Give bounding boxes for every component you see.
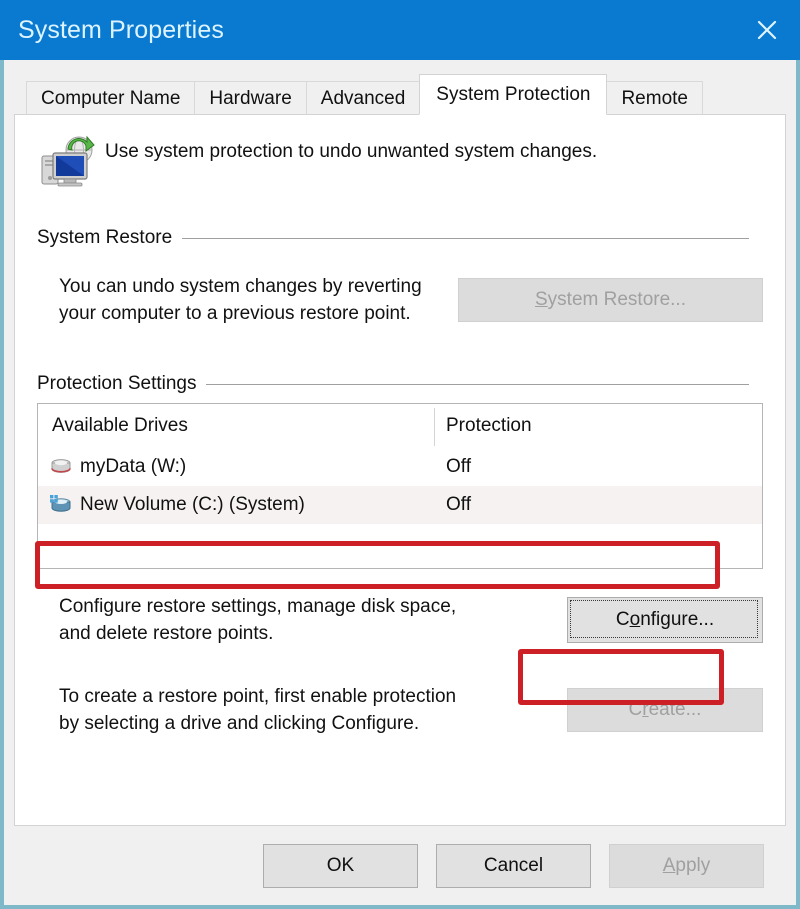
- screenshot-root: System Properties Computer Name Hardware…: [0, 0, 800, 909]
- accel-char: S: [534, 289, 548, 310]
- create-description-line2: by selecting a drive and clicking Config…: [59, 713, 420, 734]
- list-header: Available Drives Protection: [38, 404, 762, 448]
- cancel-button[interactable]: Cancel: [436, 843, 591, 888]
- protection-settings-group-title: Protection Settings: [37, 373, 197, 394]
- table-row-selected[interactable]: New Volume (C:) (System) Off: [38, 486, 762, 524]
- table-row[interactable]: myData (W:) Off: [38, 448, 762, 486]
- ok-button[interactable]: OK: [263, 843, 418, 888]
- drive-name: myData (W:): [80, 456, 187, 477]
- drive-name: New Volume (C:) (System): [80, 494, 305, 515]
- tab-hardware[interactable]: Hardware: [194, 81, 307, 114]
- column-header-protection[interactable]: Protection: [434, 415, 532, 437]
- create-description: To create a restore point, first enable …: [59, 683, 456, 737]
- apply-button[interactable]: Apply: [609, 843, 764, 888]
- page-header: Use system protection to undo unwanted s…: [37, 115, 763, 191]
- configure-description-line2: and delete restore points.: [59, 623, 274, 644]
- system-restore-button[interactable]: System Restore...: [458, 278, 763, 322]
- dialog-footer: OK Cancel Apply: [14, 826, 786, 905]
- system-restore-group-header: System Restore: [37, 225, 763, 251]
- system-restore-group-title: System Restore: [37, 227, 173, 248]
- available-drives-list[interactable]: Available Drives Protection myData (W:) …: [37, 403, 763, 569]
- create-row: To create a restore point, first enable …: [37, 683, 763, 737]
- configure-description: Configure restore settings, manage disk …: [59, 593, 456, 647]
- protection-settings-group: Protection Settings Available Drives Pro…: [37, 371, 763, 737]
- create-label-suffix: eate...: [648, 699, 702, 720]
- window-titlebar: System Properties: [0, 0, 800, 60]
- column-header-available-drives[interactable]: Available Drives: [38, 415, 434, 437]
- create-button[interactable]: Create...: [567, 688, 763, 732]
- configure-row: Configure restore settings, manage disk …: [37, 593, 763, 647]
- tab-system-protection[interactable]: System Protection: [419, 74, 608, 115]
- drive-cell: myData (W:): [38, 456, 434, 478]
- apply-button-label: Apply: [662, 854, 711, 876]
- protection-status: Off: [446, 494, 471, 515]
- system-properties-window: System Properties Computer Name Hardware…: [0, 0, 800, 909]
- system-restore-description-line2: your computer to a previous restore poin…: [59, 303, 411, 324]
- configure-button-label: Configure...: [616, 609, 714, 631]
- configure-button[interactable]: Configure...: [567, 597, 763, 643]
- create-label-prefix: C: [628, 699, 643, 720]
- window-client-area: Computer Name Hardware Advanced System P…: [4, 60, 796, 905]
- protection-settings-group-header: Protection Settings: [37, 371, 763, 397]
- system-protection-icon: [37, 129, 99, 191]
- column-divider: [434, 408, 435, 446]
- page-description: Use system protection to undo unwanted s…: [105, 141, 598, 162]
- tab-strip: Computer Name Hardware Advanced System P…: [14, 74, 786, 115]
- system-restore-button-rest: ystem Restore...: [547, 289, 686, 310]
- system-drive-icon: [48, 494, 74, 516]
- window-title: System Properties: [18, 15, 224, 44]
- configure-label-suffix: nfigure...: [640, 609, 715, 630]
- system-restore-group: System Restore You can undo system chang…: [37, 225, 763, 327]
- system-restore-description-line1: You can undo system changes by reverting: [59, 276, 422, 297]
- tab-computer-name[interactable]: Computer Name: [26, 81, 196, 114]
- tab-page-system-protection: Use system protection to undo unwanted s…: [14, 114, 786, 826]
- tab-advanced[interactable]: Advanced: [305, 81, 421, 114]
- configure-label-prefix: C: [615, 609, 630, 630]
- system-restore-description: You can undo system changes by reverting…: [59, 273, 422, 327]
- system-restore-button-label: System Restore...: [535, 289, 686, 311]
- create-button-label: Create...: [629, 699, 702, 721]
- protection-status: Off: [446, 456, 471, 477]
- accel-char: A: [662, 854, 676, 876]
- system-restore-row: You can undo system changes by reverting…: [37, 273, 763, 327]
- group-divider: [182, 237, 749, 239]
- close-button[interactable]: [734, 0, 800, 60]
- close-icon: [754, 17, 780, 43]
- create-description-line1: To create a restore point, first enable …: [59, 686, 457, 707]
- tab-remote[interactable]: Remote: [606, 81, 703, 114]
- drive-cell: New Volume (C:) (System): [38, 494, 434, 516]
- hard-drive-icon: [48, 456, 74, 478]
- group-divider: [206, 383, 749, 385]
- accel-char: o: [629, 609, 641, 630]
- configure-description-line1: Configure restore settings, manage disk …: [59, 596, 457, 617]
